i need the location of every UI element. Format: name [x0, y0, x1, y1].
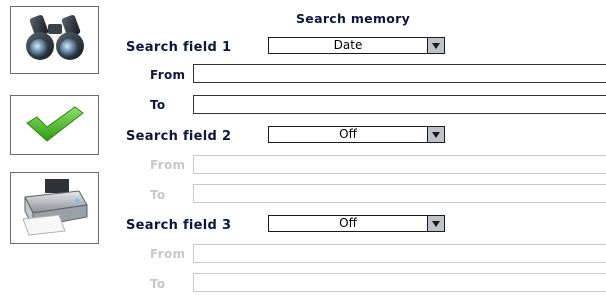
binoculars-icon: [22, 10, 88, 70]
search-field-2-label: Search field 2: [126, 129, 232, 144]
search-field-1-from-label: From: [150, 68, 186, 82]
search-field-3-from-input: [193, 244, 606, 263]
printer-icon: [19, 175, 91, 241]
search-field-2-to-label: To: [150, 188, 166, 202]
search-field-3-value: Off: [339, 216, 357, 230]
print-button[interactable]: [10, 172, 99, 244]
search-field-3-from-label: From: [150, 247, 186, 261]
search-field-2-from-label: From: [150, 158, 186, 172]
search-field-1-to-label: To: [150, 98, 166, 112]
search-field-1-from-input[interactable]: [193, 64, 606, 83]
checkmark-icon: [23, 103, 87, 147]
search-button[interactable]: [10, 6, 99, 74]
search-field-3-to-input: [193, 273, 606, 292]
search-field-2-value: Off: [339, 127, 357, 141]
chevron-down-icon[interactable]: [427, 127, 444, 142]
search-field-3-select[interactable]: Off: [268, 215, 445, 232]
search-field-2-from-input: [193, 155, 606, 174]
search-field-1-label: Search field 1: [126, 40, 232, 55]
chevron-down-icon[interactable]: [427, 38, 444, 53]
search-field-1-value: Date: [333, 38, 363, 52]
chevron-down-icon[interactable]: [427, 216, 444, 231]
search-field-2-to-input: [193, 184, 606, 203]
search-field-1-to-input[interactable]: [193, 95, 606, 114]
panel-title: Search memory: [296, 11, 411, 26]
search-field-3-label: Search field 3: [126, 218, 232, 233]
confirm-button[interactable]: [10, 95, 99, 155]
search-field-1-select[interactable]: Date: [268, 37, 445, 54]
search-field-2-select[interactable]: Off: [268, 126, 445, 143]
search-field-3-to-label: To: [150, 277, 166, 291]
